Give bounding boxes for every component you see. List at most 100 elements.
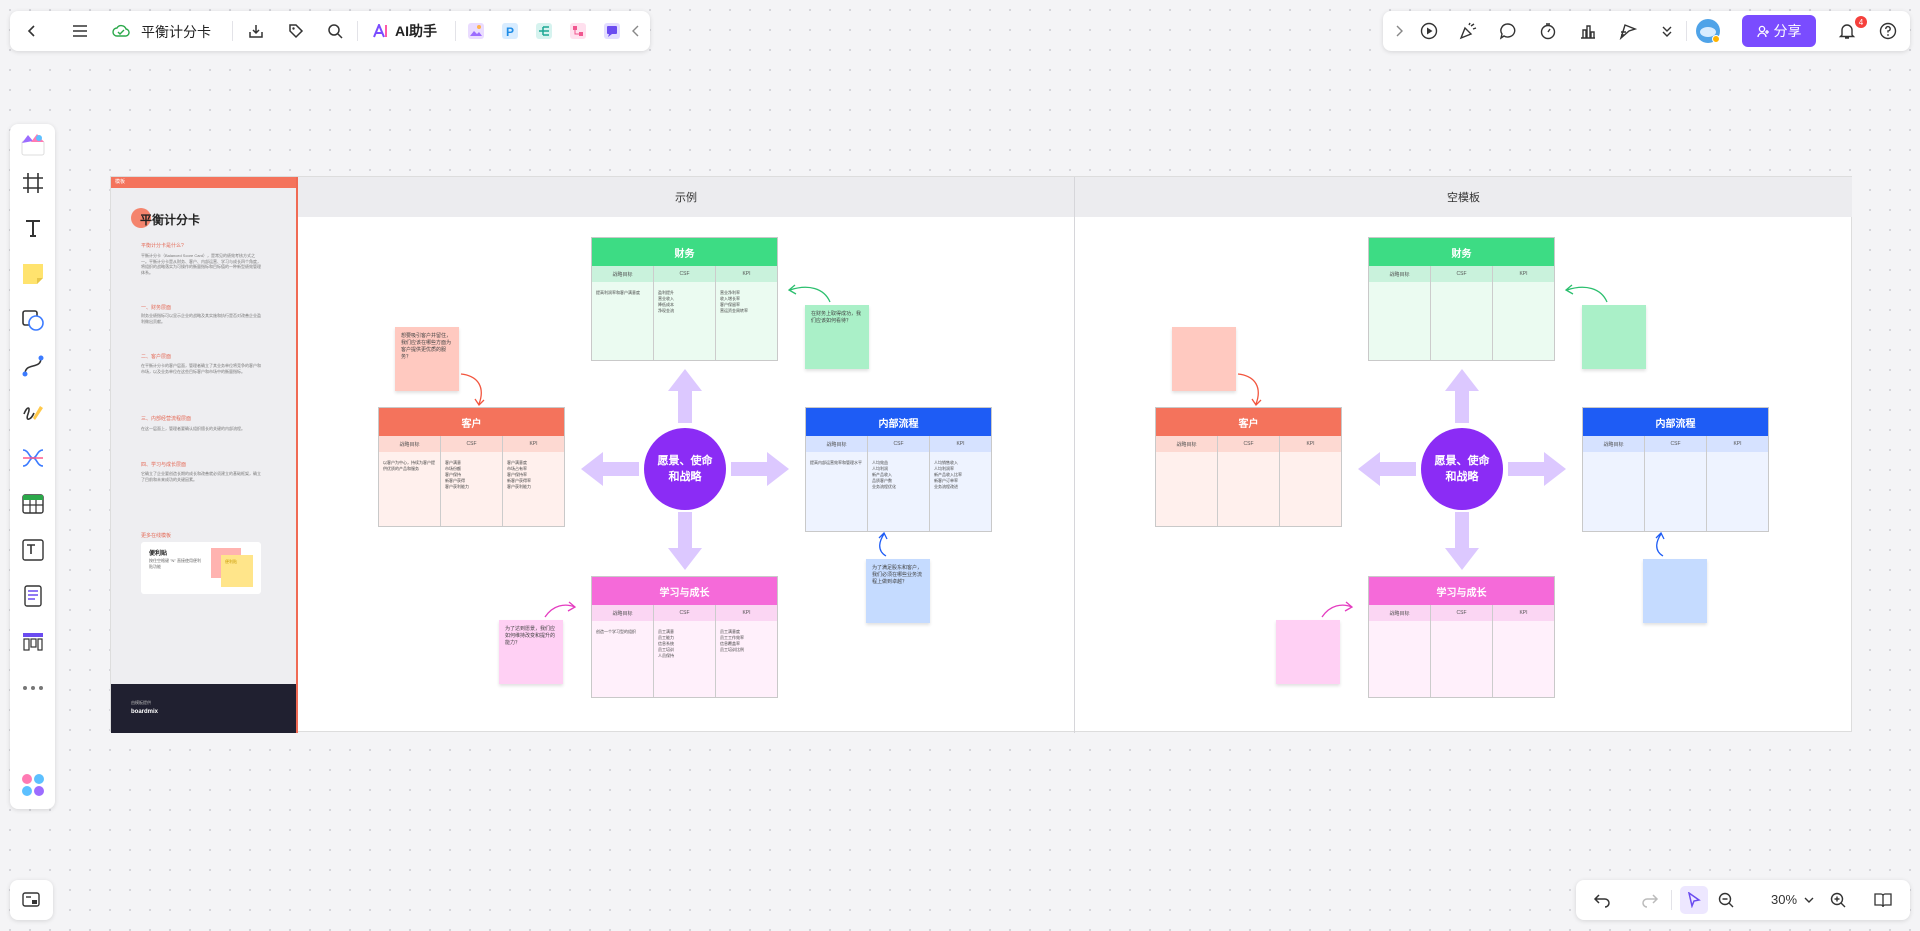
- sticky-note-learning[interactable]: 为了达到愿景，我们应如何维持改变和提升的能力？: [499, 620, 563, 684]
- card-title: 便利贴: [149, 551, 168, 557]
- cell[interactable]: [1431, 282, 1493, 360]
- search-icon[interactable]: [323, 19, 347, 43]
- image-generate-icon[interactable]: [466, 21, 486, 41]
- ai-assistant-button[interactable]: AI助手: [365, 19, 445, 43]
- shape-tool-icon[interactable]: [19, 306, 47, 334]
- select-tool-icon[interactable]: [1680, 886, 1708, 914]
- vote-icon[interactable]: [1576, 19, 1600, 43]
- vision-strategy-circle[interactable]: 愿景、使命 和战略: [644, 428, 726, 510]
- col-header: KPI: [1306, 441, 1315, 447]
- document-title[interactable]: 平衡计分卡: [141, 22, 211, 42]
- undo-icon[interactable]: [1590, 888, 1614, 912]
- mindmap-generate-icon[interactable]: [534, 21, 554, 41]
- flowchart-generate-icon[interactable]: [568, 21, 588, 41]
- cell[interactable]: [1493, 282, 1554, 360]
- connector-tool-icon[interactable]: [19, 352, 47, 380]
- avatar[interactable]: [1694, 17, 1722, 45]
- template-description-doc[interactable]: 模板 平衡计分卡 平衡计分卡是什么? 平衡计分卡（Balanced Score …: [111, 177, 298, 733]
- cell[interactable]: [1156, 452, 1218, 526]
- apps-icon[interactable]: [18, 770, 48, 800]
- comment-icon[interactable]: [1496, 19, 1520, 43]
- follow-icon[interactable]: [1616, 19, 1640, 43]
- add-user-icon: [1756, 25, 1769, 37]
- col-header: CSF: [1645, 436, 1707, 452]
- col-header: CSF: [441, 436, 503, 452]
- sticky-note-finance[interactable]: 在财务上取得成功，我们应该如何看待？: [805, 305, 869, 369]
- cell[interactable]: [1431, 621, 1493, 697]
- template-sticky-note-customer[interactable]: [1172, 327, 1236, 391]
- template-icon[interactable]: [18, 130, 48, 160]
- collapse-icon[interactable]: [628, 21, 644, 41]
- download-icon[interactable]: [244, 19, 268, 43]
- celebrate-icon[interactable]: [1456, 19, 1480, 43]
- section-header-example[interactable]: 示例: [298, 177, 1074, 217]
- back-icon[interactable]: [20, 19, 44, 43]
- frame-tool-icon[interactable]: [20, 170, 46, 196]
- redo-icon[interactable]: [1638, 888, 1662, 912]
- customer-body: [1156, 452, 1341, 526]
- zoom-out-icon[interactable]: [1714, 888, 1738, 912]
- cell[interactable]: [1493, 621, 1554, 697]
- arrow-up: [668, 369, 702, 423]
- notification-badge: 4: [1855, 16, 1867, 28]
- sticky-note-tool-icon[interactable]: [19, 260, 47, 288]
- sticky-note-internal[interactable]: 为了满足股东和客户，我们必须在哪些业务流程上做到卓越？: [866, 559, 930, 623]
- tag-icon[interactable]: [284, 19, 308, 43]
- internal-title: 内部流程: [1583, 408, 1768, 436]
- section-header-template[interactable]: 空模板: [1075, 177, 1852, 217]
- share-button[interactable]: 分享: [1742, 15, 1816, 47]
- doodle-arrow: [544, 601, 577, 618]
- cell[interactable]: [1369, 282, 1431, 360]
- cell[interactable]: [1280, 452, 1341, 526]
- zoom-level[interactable]: 30%: [1771, 892, 1797, 907]
- help-icon[interactable]: [1876, 19, 1900, 43]
- internal-process-card[interactable]: 内部流程 战略目标 CSF KPI 提高内部运营效率和管理水平 人均效益 人均利润 新…: [805, 407, 992, 532]
- doc-template-card[interactable]: 便利贴 按住空格键 "N" 直接使用便利贴功能 便利贴: [141, 542, 261, 594]
- cell[interactable]: [1707, 452, 1768, 531]
- learning-growth-card[interactable]: 学习与成长 战略目标 CSF KPI 创造一个学习型的组织 员工满意 员工能力 信息系…: [591, 576, 778, 698]
- doc-heading: 二、客户层面: [141, 354, 172, 360]
- cell: 客户满意度 市场占有率 客户保持率 新客户获得率 客户获利能力: [507, 460, 531, 489]
- arrow-right: [1508, 452, 1566, 486]
- text-block-tool-icon[interactable]: [19, 536, 47, 564]
- expand-icon[interactable]: [1391, 21, 1407, 41]
- timer-icon[interactable]: [1536, 19, 1560, 43]
- template-sticky-note-internal[interactable]: [1643, 559, 1707, 623]
- template-customer-card[interactable]: 客户 战略目标 CSF KPI: [1155, 407, 1342, 527]
- ppt-generate-icon[interactable]: P: [500, 21, 520, 41]
- text-tool-icon[interactable]: [20, 215, 46, 241]
- cell[interactable]: [1583, 452, 1645, 531]
- cell[interactable]: [1645, 452, 1707, 531]
- cell[interactable]: [1369, 621, 1431, 697]
- customer-columns: 战略目标 CSF KPI: [1156, 436, 1341, 452]
- template-sticky-note-learning[interactable]: [1276, 620, 1340, 684]
- cell[interactable]: [1218, 452, 1280, 526]
- template-vision-strategy-circle[interactable]: 愿景、使命 和战略: [1421, 428, 1503, 510]
- col-header: 战略目标: [592, 605, 654, 621]
- minimap-icon[interactable]: [19, 888, 43, 912]
- kanban-tool-icon[interactable]: [19, 628, 47, 656]
- col-header: 战略目标: [592, 266, 654, 282]
- template-internal-process-card[interactable]: 内部流程 战略目标 CSF KPI: [1582, 407, 1769, 532]
- present-icon[interactable]: [1417, 19, 1441, 43]
- more-tools-icon[interactable]: [19, 674, 47, 702]
- zoom-in-icon[interactable]: [1826, 888, 1850, 912]
- template-learning-growth-card[interactable]: 学习与成长 战略目标 CSF KPI: [1368, 576, 1555, 698]
- template-sticky-note-finance[interactable]: [1582, 305, 1646, 369]
- customer-card[interactable]: 客户 战略目标 CSF KPI 以客户为中心，持续为客户提供优质的产品和服务 客户满意…: [378, 407, 565, 527]
- menu-icon[interactable]: [68, 19, 92, 43]
- document-tool-icon[interactable]: [19, 582, 47, 610]
- internal-body: [1583, 452, 1768, 531]
- more-chevrons-icon[interactable]: [1655, 19, 1679, 43]
- template-finance-card[interactable]: 财务 战略目标 CSF KPI: [1368, 237, 1555, 361]
- pen-tool-icon[interactable]: [19, 398, 47, 426]
- mindmap-tool-icon[interactable]: [19, 444, 47, 472]
- sticky-note-customer[interactable]: 想要吸引客户并留住，我们应该在哪些方面为客户提供更优质的服务？: [395, 327, 459, 391]
- table-tool-icon[interactable]: [19, 490, 47, 518]
- finance-card[interactable]: 财务 战略目标 CSF KPI 提高利润率和客户满意度 盈利提升 营业收入 降低成本 …: [591, 237, 778, 361]
- book-icon[interactable]: [1871, 888, 1895, 912]
- zoom-dropdown-icon[interactable]: [1802, 890, 1816, 910]
- sticky-generate-icon[interactable]: [602, 21, 622, 41]
- canvas-board[interactable]: 模板 平衡计分卡 平衡计分卡是什么? 平衡计分卡（Balanced Score …: [110, 176, 1852, 733]
- cell: 创造一个学习型的组织: [592, 621, 654, 697]
